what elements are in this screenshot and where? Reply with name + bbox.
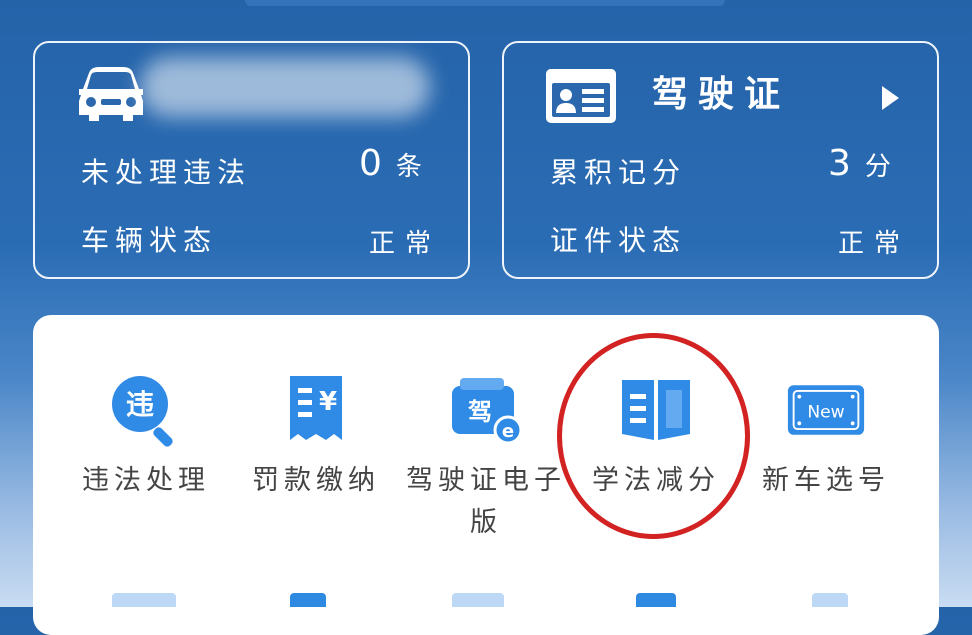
next-row-icon-5 [812,593,848,607]
id-card-icon [544,67,618,129]
license-status-value: 正常 [838,229,911,259]
new-icon-text: New [807,403,844,423]
service-fine-payment[interactable]: ¥ 罚款缴纳 [231,370,401,502]
points-count: 3 [828,143,851,184]
fine-icon-text: ¥ [319,387,337,417]
new-plate-icon: New [786,370,866,450]
violations-value: 0条 [359,143,422,184]
next-row-icon-4 [636,593,676,607]
highlight-circle [557,333,750,539]
service-e-license[interactable]: 驾 e 驾驶证电子版 [401,370,571,544]
svg-text:e: e [502,421,514,442]
plate-number-redacted [140,57,430,117]
service-label-e-license: 驾驶证电子版 [406,465,566,538]
points-value: 3分 [828,143,891,184]
next-row-icon-1 [112,593,176,607]
car-icon [75,65,147,127]
arrow-right-icon[interactable] [880,85,900,115]
license-card[interactable]: 驾驶证 累积记分 3分 证件状态 正常 [502,41,939,279]
license-status-label: 证件状态 [550,224,687,257]
vehicle-status-value: 正常 [369,229,442,259]
violation-search-icon: 违 [106,370,186,450]
fine-payment-icon: ¥ [276,370,356,450]
violations-unit: 条 [395,152,422,182]
service-new-plate[interactable]: New 新车选号 [741,370,911,502]
e-license-icon: 驾 e [446,370,526,450]
next-row-icon-2 [290,593,326,607]
next-row-icon-3 [452,593,504,607]
service-violation[interactable]: 违 违法处理 [61,370,231,502]
vehicle-card[interactable]: 未处理违法 0条 车辆状态 正常 [33,41,470,279]
violations-label: 未处理违法 [81,156,252,189]
violation-icon-text: 违 [126,388,154,421]
services-panel: 违 违法处理 ¥ 罚款缴纳 驾 e 驾驶证电子版 学法减分 New 新车选号 [33,315,939,635]
license-icon-text: 驾 [468,398,492,426]
points-label: 累积记分 [550,156,687,189]
service-label-violation: 违法处理 [82,465,210,496]
service-label-new-plate: 新车选号 [762,465,890,496]
points-unit: 分 [864,152,891,182]
top-bar-edge [245,0,725,6]
vehicle-status-label: 车辆状态 [81,224,218,257]
service-label-fine: 罚款缴纳 [252,465,380,496]
license-title: 驾驶证 [652,74,791,115]
violations-count: 0 [359,143,382,184]
